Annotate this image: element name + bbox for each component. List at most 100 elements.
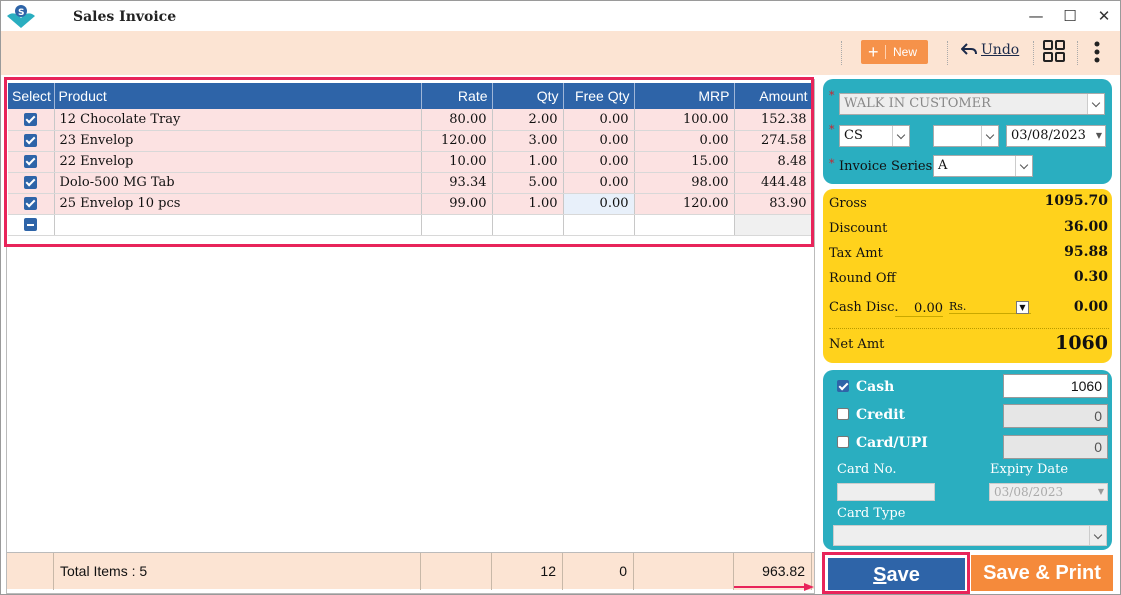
required-marker: * xyxy=(829,123,835,136)
net-amount-label: Net Amt xyxy=(829,337,885,352)
new-entry-row[interactable] xyxy=(8,214,813,236)
svg-text:S: S xyxy=(18,8,24,18)
undo-button-label: Undo xyxy=(981,42,1020,58)
undo-button[interactable]: Undo xyxy=(960,42,1020,64)
chevron-down-icon[interactable] xyxy=(1015,156,1032,176)
amount-cell: 444.48 xyxy=(734,172,813,194)
free-qty-cell[interactable]: 0.00 xyxy=(563,172,635,194)
card-no-label: Card No. xyxy=(837,462,897,477)
qty-cell[interactable]: 3.00 xyxy=(492,130,564,152)
row-select-checkbox[interactable] xyxy=(24,197,38,210)
free-qty-cell[interactable]: 0.00 xyxy=(563,109,635,131)
product-cell[interactable]: 23 Envelop xyxy=(54,130,422,152)
cash-label: Cash xyxy=(856,379,895,395)
free-qty-total: 0 xyxy=(563,553,634,590)
cash-checkbox[interactable] xyxy=(837,380,849,392)
row-select-checkbox[interactable] xyxy=(24,155,38,168)
mrp-cell[interactable]: 15.00 xyxy=(634,151,735,173)
card-upi-amount-input[interactable]: 0 xyxy=(1003,435,1108,459)
invoice-series-select[interactable]: A xyxy=(933,155,1033,177)
close-button[interactable]: ✕ xyxy=(1089,5,1119,27)
mrp-cell[interactable] xyxy=(634,214,735,236)
pointer-arrow-icon xyxy=(734,583,814,591)
rate-cell[interactable]: 80.00 xyxy=(421,109,493,131)
qty-cell[interactable]: 1.00 xyxy=(492,151,564,173)
minimize-button[interactable]: — xyxy=(1021,5,1051,27)
cash-disc-value: 0.00 xyxy=(1073,299,1108,315)
card-type-select[interactable] xyxy=(833,525,1107,546)
amount-cell: 8.48 xyxy=(734,151,813,173)
qty-cell[interactable]: 5.00 xyxy=(492,172,564,194)
product-cell[interactable]: 12 Chocolate Tray xyxy=(54,109,422,131)
qty-cell[interactable]: 1.00 xyxy=(492,193,564,215)
row-select-checkbox[interactable] xyxy=(24,134,38,147)
invoice-date-picker[interactable]: 03/08/2023 ▼ xyxy=(1006,125,1106,147)
table-row[interactable]: 25 Envelop 10 pcs 99.00 1.00 0.00 120.00… xyxy=(8,193,813,215)
save-button[interactable]: Save xyxy=(827,557,966,591)
product-cell[interactable]: 22 Envelop xyxy=(54,151,422,173)
chevron-down-icon[interactable] xyxy=(981,126,998,146)
chevron-down-icon[interactable] xyxy=(1087,94,1104,114)
save-and-print-button[interactable]: Save & Print xyxy=(971,555,1113,591)
mrp-cell[interactable]: 100.00 xyxy=(634,109,735,131)
table-row[interactable]: 22 Envelop 10.00 1.00 0.00 15.00 8.48 xyxy=(8,151,813,173)
table-row[interactable]: 23 Envelop 120.00 3.00 0.00 0.00 274.58 xyxy=(8,130,813,152)
grid-view-icon[interactable] xyxy=(1043,40,1065,62)
card-no-input[interactable] xyxy=(837,483,935,501)
mrp-cell[interactable]: 98.00 xyxy=(634,172,735,194)
column-header-free-qty[interactable]: Free Qty xyxy=(563,83,635,109)
column-header-qty[interactable]: Qty xyxy=(492,83,564,109)
customer-type-select[interactable]: CS xyxy=(839,125,910,147)
chevron-down-icon[interactable]: ▼ xyxy=(1098,484,1104,500)
qty-cell[interactable] xyxy=(492,214,564,236)
footer-spacer xyxy=(634,553,734,590)
credit-amount-input[interactable]: 0 xyxy=(1003,404,1108,428)
extra-select[interactable] xyxy=(933,125,999,147)
row-select-checkbox[interactable] xyxy=(24,112,38,126)
chevron-down-icon[interactable]: ▼ xyxy=(1096,126,1102,146)
column-header-product[interactable]: Product xyxy=(54,83,422,109)
chevron-down-icon[interactable] xyxy=(1089,526,1106,545)
row-select-checkbox[interactable] xyxy=(24,218,38,231)
row-select-checkbox[interactable] xyxy=(24,176,38,189)
column-header-rate[interactable]: Rate xyxy=(421,83,493,109)
tax-label: Tax Amt xyxy=(829,246,883,261)
product-cell[interactable]: Dolo-500 MG Tab xyxy=(54,172,422,194)
column-header-mrp[interactable]: MRP xyxy=(634,83,735,109)
column-header-select[interactable]: Select xyxy=(8,83,55,109)
more-options-icon[interactable] xyxy=(1091,40,1103,64)
amount-cell: 152.38 xyxy=(734,109,813,131)
cash-amount-input[interactable]: 1060 xyxy=(1003,374,1108,398)
toolbar-divider xyxy=(841,41,842,65)
customer-type-value: CS xyxy=(844,128,863,143)
expiry-date-picker[interactable]: 03/08/2023 ▼ xyxy=(989,483,1108,501)
credit-label: Credit xyxy=(856,407,905,423)
free-qty-cell[interactable]: 0.00 xyxy=(563,130,635,152)
card-upi-checkbox[interactable] xyxy=(837,436,849,448)
free-qty-cell-editing[interactable]: 0.00 xyxy=(563,193,635,215)
customer-select[interactable]: WALK IN CUSTOMER xyxy=(839,93,1105,115)
product-cell[interactable]: 25 Envelop 10 pcs xyxy=(54,193,422,215)
invoice-series-value: A xyxy=(938,158,948,173)
app-logo-icon: S xyxy=(7,5,35,28)
mrp-cell[interactable]: 120.00 xyxy=(634,193,735,215)
qty-total: 12 xyxy=(492,553,563,590)
rate-cell[interactable]: 10.00 xyxy=(421,151,493,173)
rate-cell[interactable]: 99.00 xyxy=(421,193,493,215)
table-row[interactable]: 12 Chocolate Tray 80.00 2.00 0.00 100.00… xyxy=(8,109,813,131)
product-cell[interactable] xyxy=(54,214,422,236)
qty-cell[interactable]: 2.00 xyxy=(492,109,564,131)
chevron-down-icon[interactable] xyxy=(892,126,909,146)
table-row[interactable]: Dolo-500 MG Tab 93.34 5.00 0.00 98.00 44… xyxy=(8,172,813,194)
rate-cell[interactable]: 93.34 xyxy=(421,172,493,194)
free-qty-cell[interactable]: 0.00 xyxy=(563,151,635,173)
credit-checkbox[interactable] xyxy=(837,408,849,420)
mrp-cell[interactable]: 0.00 xyxy=(634,130,735,152)
rate-cell[interactable] xyxy=(421,214,493,236)
rate-cell[interactable]: 120.00 xyxy=(421,130,493,152)
maximize-button[interactable]: ☐ xyxy=(1055,5,1085,27)
column-header-amount[interactable]: Amount xyxy=(734,83,813,109)
new-button[interactable]: + New xyxy=(861,40,928,64)
free-qty-cell[interactable] xyxy=(563,214,635,236)
cash-disc-input[interactable]: 0.00 xyxy=(895,301,943,317)
